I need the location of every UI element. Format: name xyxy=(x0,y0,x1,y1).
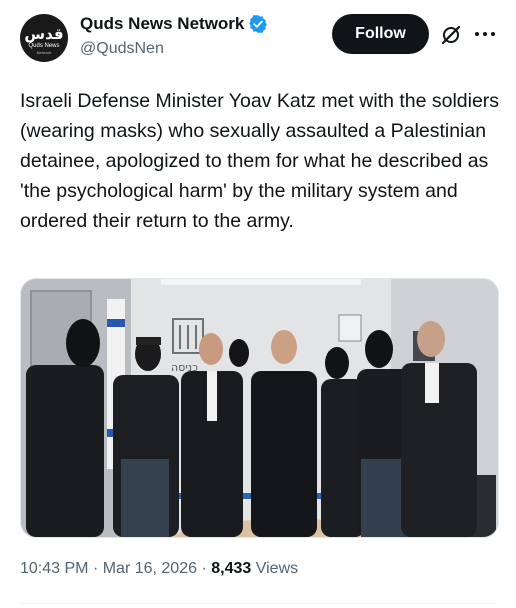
divider xyxy=(20,603,496,604)
avatar[interactable]: قدس Quds News Network xyxy=(20,14,68,62)
meta-separator: · xyxy=(92,560,99,577)
author-name-row: Quds News Network xyxy=(80,14,268,34)
follow-button[interactable]: Follow xyxy=(332,14,429,54)
views-label: Views xyxy=(255,560,299,577)
author-display-name[interactable]: Quds News Network xyxy=(80,14,244,34)
tweet-date[interactable]: Mar 16, 2026 xyxy=(103,560,197,577)
tweet-meta: 10:43 PM · Mar 16, 2026 · 8,433 Views xyxy=(20,560,298,578)
photo-illustration: כניסה xyxy=(21,279,498,537)
grok-icon[interactable] xyxy=(440,24,462,46)
tweet-photo[interactable]: כניסה xyxy=(20,278,499,538)
tweet-text: Israeli Defense Minister Yoav Katz met w… xyxy=(20,90,500,232)
avatar-logo-subtext: Quds News xyxy=(28,43,60,49)
avatar-logo-tagline: Network xyxy=(36,50,52,55)
author-handle[interactable]: @QudsNen xyxy=(80,40,164,58)
more-options-icon[interactable] xyxy=(472,24,498,44)
meta-separator: · xyxy=(201,560,207,577)
views-count: 8,433 xyxy=(211,560,252,577)
verified-badge-icon xyxy=(249,15,268,33)
tweet-header: قدس Quds News Network Quds News Network … xyxy=(0,0,516,80)
tweet-time[interactable]: 10:43 PM xyxy=(20,560,88,577)
avatar-logo-text: قدس xyxy=(24,25,64,43)
